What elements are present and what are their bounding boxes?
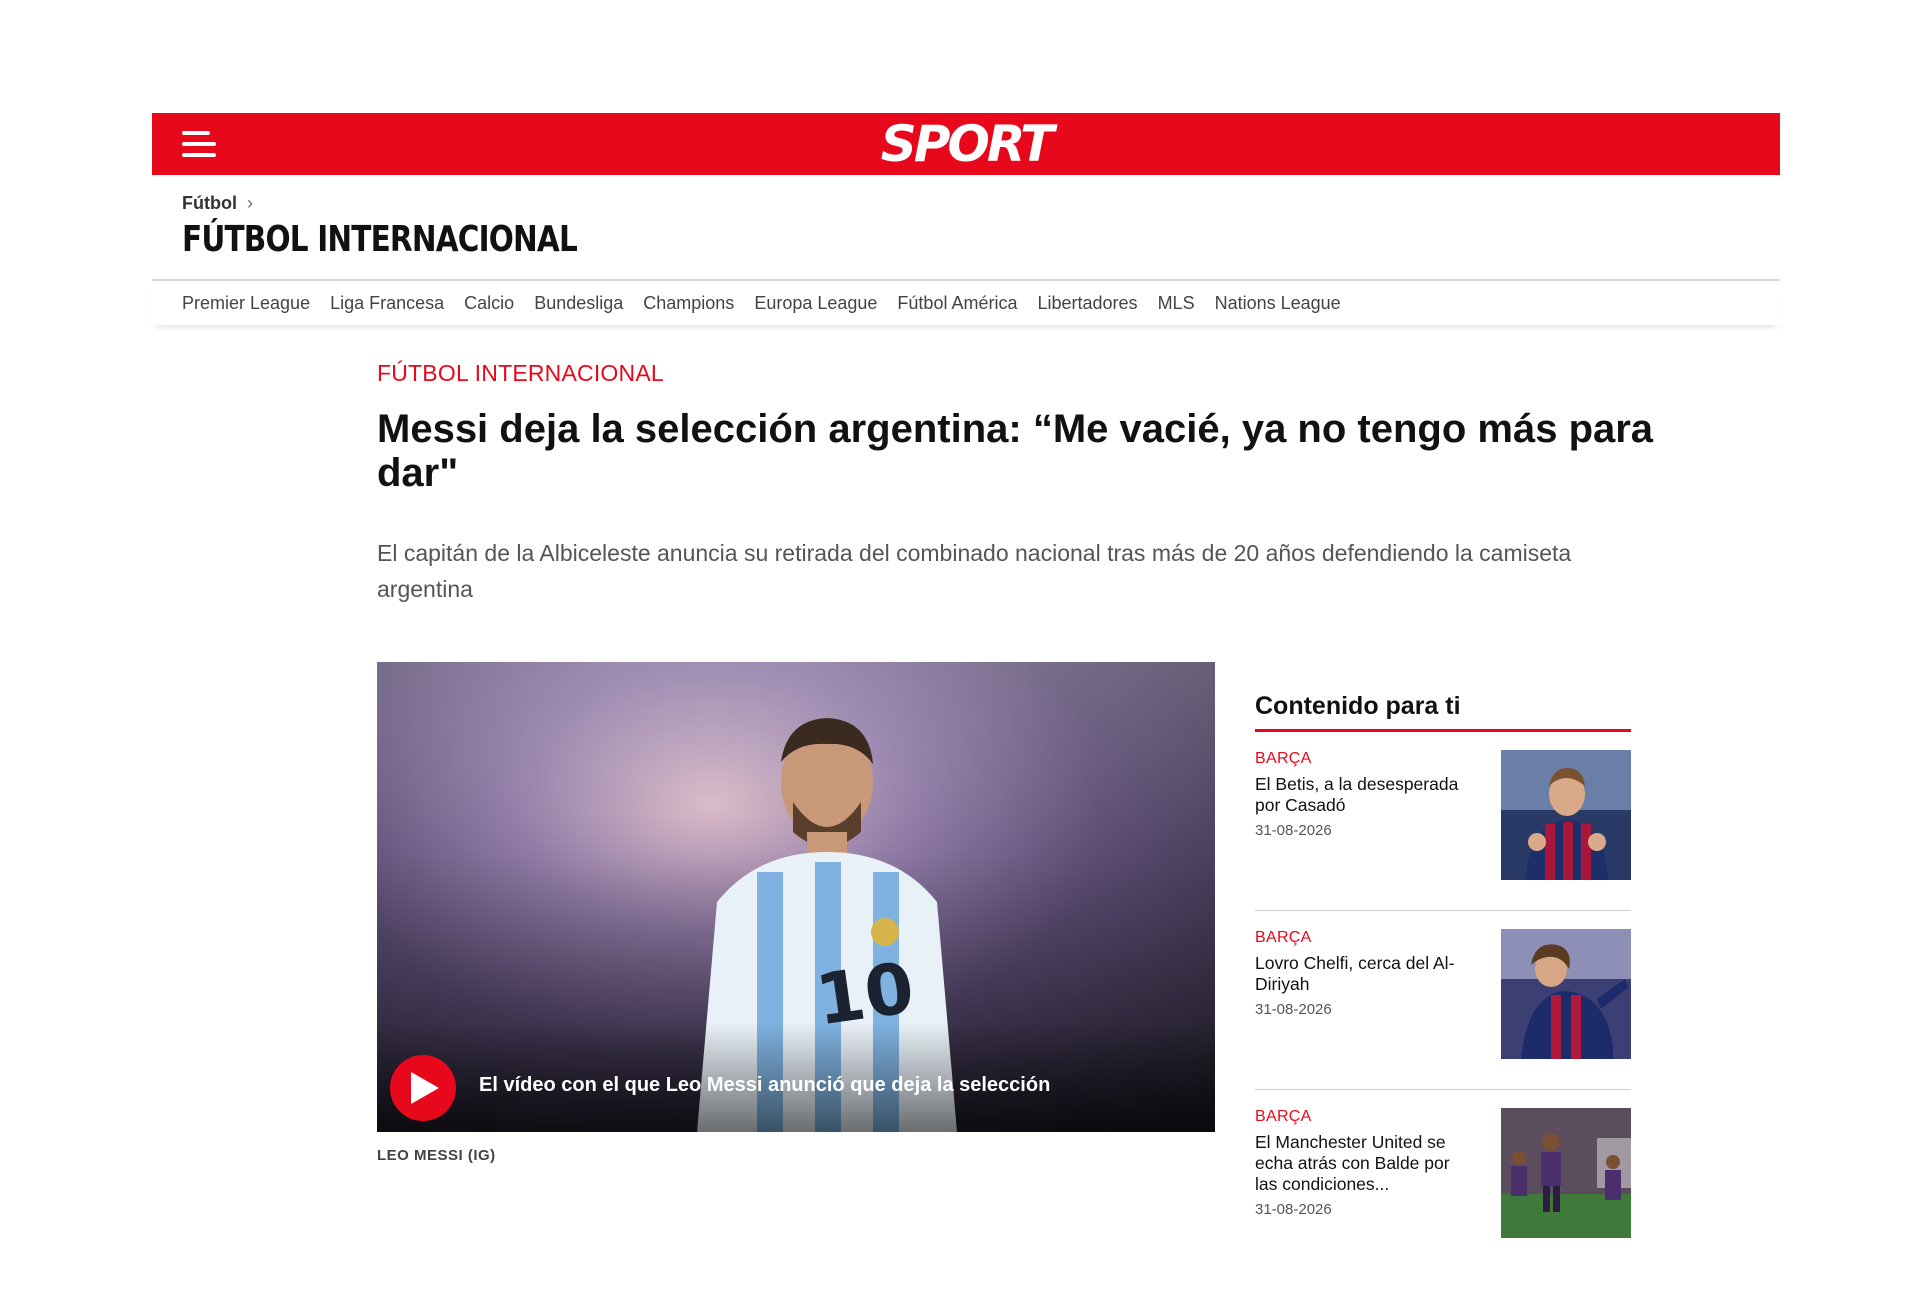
sidebar-item-thumbnail[interactable] xyxy=(1501,929,1631,1059)
sidebar-item[interactable]: BARÇA Lovro Chelfi, cerca del Al-Diriyah… xyxy=(1255,929,1631,1090)
sidebar-item-title[interactable]: El Betis, a la desesperada por Casadó xyxy=(1255,774,1475,816)
sidebar-title: Contenido para ti xyxy=(1255,692,1631,732)
section-title: FÚTBOL INTERNACIONAL xyxy=(182,219,578,260)
subnav-item-premier-league[interactable]: Premier League xyxy=(182,293,310,314)
sidebar-item-thumbnail[interactable] xyxy=(1501,750,1631,880)
article-dek: El capitán de la Albiceleste anuncia su … xyxy=(377,540,1572,602)
video-player[interactable]: 10 El vídeo con el que Leo Messi anunció… xyxy=(377,662,1215,1132)
play-icon xyxy=(411,1072,439,1104)
video-title: El vídeo con el que Leo Messi anunció qu… xyxy=(479,1074,1051,1096)
article-kicker[interactable]: FÚTBOL INTERNACIONAL xyxy=(377,360,1657,387)
subnav-item-liga-francesa[interactable]: Liga Francesa xyxy=(330,293,444,314)
subnav-item-europa-league[interactable]: Europa League xyxy=(754,293,877,314)
subnav-item-mls[interactable]: MLS xyxy=(1158,293,1195,314)
recommended-sidebar: Contenido para ti BARÇA El Betis, a la d… xyxy=(1255,692,1631,1268)
article-headline: Messi deja la selección argentina: “Me v… xyxy=(377,407,1654,495)
subnav-item-nations-league[interactable]: Nations League xyxy=(1215,293,1341,314)
sidebar-item-title[interactable]: Lovro Chelfi, cerca del Al-Diriyah xyxy=(1255,953,1475,995)
section-subnav: Premier League Liga Francesa Calcio Bund… xyxy=(152,281,1780,325)
sidebar-item[interactable]: BARÇA El Manchester United se echa atrás… xyxy=(1255,1108,1631,1268)
section-header: Fútbol › FÚTBOL INTERNACIONAL xyxy=(152,175,1780,281)
sidebar-item-thumbnail[interactable] xyxy=(1501,1108,1631,1238)
breadcrumb-link-futbol[interactable]: Fútbol xyxy=(182,193,237,214)
page-frame: SPORT Fútbol › FÚTBOL INTERNACIONAL Prem… xyxy=(152,113,1780,325)
article-header: FÚTBOL INTERNACIONAL Messi deja la selec… xyxy=(377,360,1657,607)
subnav-item-calcio[interactable]: Calcio xyxy=(464,293,514,314)
sidebar-item-title[interactable]: El Manchester United se echa atrás con B… xyxy=(1255,1132,1475,1195)
photo-credit: LEO MESSI (IG) xyxy=(377,1147,496,1164)
breadcrumb: Fútbol › xyxy=(182,193,253,214)
top-bar: SPORT xyxy=(152,113,1780,175)
sidebar-item[interactable]: BARÇA El Betis, a la desesperada por Cas… xyxy=(1255,750,1631,911)
subnav-item-libertadores[interactable]: Libertadores xyxy=(1037,293,1137,314)
site-logo[interactable]: SPORT xyxy=(152,115,1780,173)
subnav-item-futbol-america[interactable]: Fútbol América xyxy=(897,293,1017,314)
subnav-item-bundesliga[interactable]: Bundesliga xyxy=(534,293,623,314)
play-button[interactable] xyxy=(390,1055,456,1121)
chevron-right-icon: › xyxy=(246,193,253,213)
subnav-item-champions[interactable]: Champions xyxy=(643,293,734,314)
